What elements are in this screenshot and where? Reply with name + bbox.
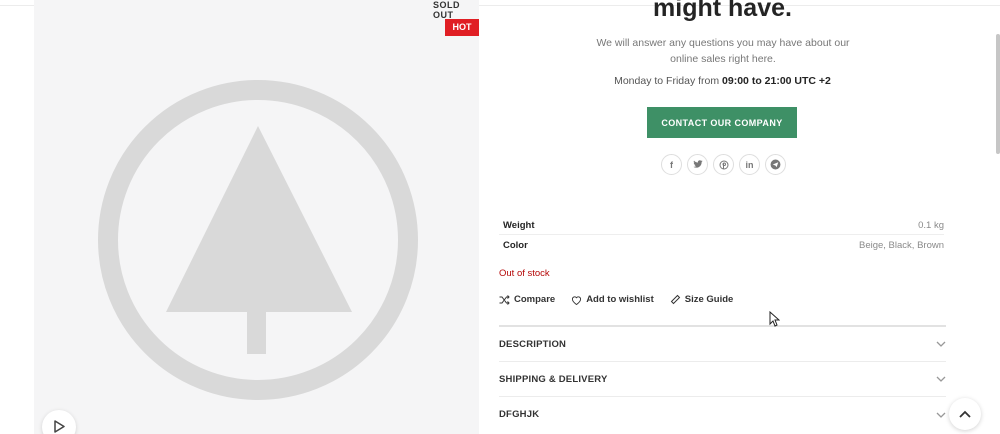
- hot-badge: HOT: [445, 19, 479, 36]
- shuffle-icon: [499, 294, 510, 305]
- product-summary: might have. We will answer any questions…: [499, 0, 946, 434]
- chevron-down-icon: [936, 376, 946, 382]
- hours-prefix: Monday to Friday from: [614, 75, 723, 87]
- pinterest-icon[interactable]: [713, 154, 734, 175]
- chevron-up-icon: [959, 410, 971, 418]
- linkedin-icon[interactable]: in: [739, 154, 760, 175]
- ruler-icon: [670, 294, 680, 305]
- attribute-value: 0.1 kg: [918, 219, 944, 231]
- twitter-icon[interactable]: [687, 154, 708, 175]
- chevron-down-icon: [936, 412, 946, 418]
- attribute-row-color: Color Beige, Black, Brown: [499, 236, 944, 255]
- contact-intro: We will answer any questions you may hav…: [596, 37, 850, 65]
- wishlist-label: Add to wishlist: [586, 294, 654, 305]
- telegram-icon[interactable]: [765, 154, 786, 175]
- attribute-value: Beige, Black, Brown: [858, 240, 944, 251]
- contact-heading: might have.: [653, 0, 792, 22]
- heart-icon: [572, 295, 582, 305]
- attribute-label: Weight: [503, 219, 535, 231]
- hours-value: 09:00 to 21:00 UTC +2: [722, 75, 831, 87]
- compare-label: Compare: [514, 294, 556, 305]
- accordion-title: DFGHJK: [499, 409, 540, 420]
- mouse-cursor-icon: [769, 311, 780, 327]
- social-share-links: f in: [661, 154, 786, 175]
- accordion-shipping[interactable]: SHIPPING & DELIVERY: [499, 362, 946, 397]
- sold-out-badge: SOLD OUT: [433, 0, 461, 20]
- page-scrollbar[interactable]: [996, 34, 1000, 154]
- add-to-wishlist-button[interactable]: Add to wishlist: [571, 294, 654, 305]
- scroll-to-top-button[interactable]: [949, 398, 981, 430]
- facebook-icon[interactable]: f: [661, 154, 682, 175]
- compare-button[interactable]: Compare: [499, 294, 555, 305]
- product-actions: Compare Add to wishlist Size Guide: [499, 294, 733, 305]
- chevron-down-icon: [936, 341, 946, 347]
- product-gallery[interactable]: SOLD OUT HOT: [34, 0, 479, 434]
- accordion-dfghjk[interactable]: DFGHJK: [499, 397, 946, 432]
- tree-placeholder-icon: [98, 80, 418, 400]
- contact-company-button[interactable]: CONTACT OUR COMPANY: [647, 107, 797, 138]
- stock-status: Out of stock: [499, 268, 550, 279]
- accordion-title: DESCRIPTION: [499, 338, 567, 350]
- accordion-title: SHIPPING & DELIVERY: [499, 373, 608, 385]
- business-hours: Monday to Friday from 09:00 to 21:00 UTC…: [499, 75, 946, 87]
- size-guide-label: Size Guide: [684, 294, 734, 305]
- play-video-button[interactable]: [42, 410, 76, 434]
- attribute-label: Color: [503, 240, 528, 251]
- play-icon: [54, 420, 65, 433]
- accordion-description[interactable]: DESCRIPTION: [499, 327, 946, 362]
- size-guide-button[interactable]: Size Guide: [670, 294, 734, 305]
- attribute-row-weight: Weight 0.1 kg: [499, 216, 944, 235]
